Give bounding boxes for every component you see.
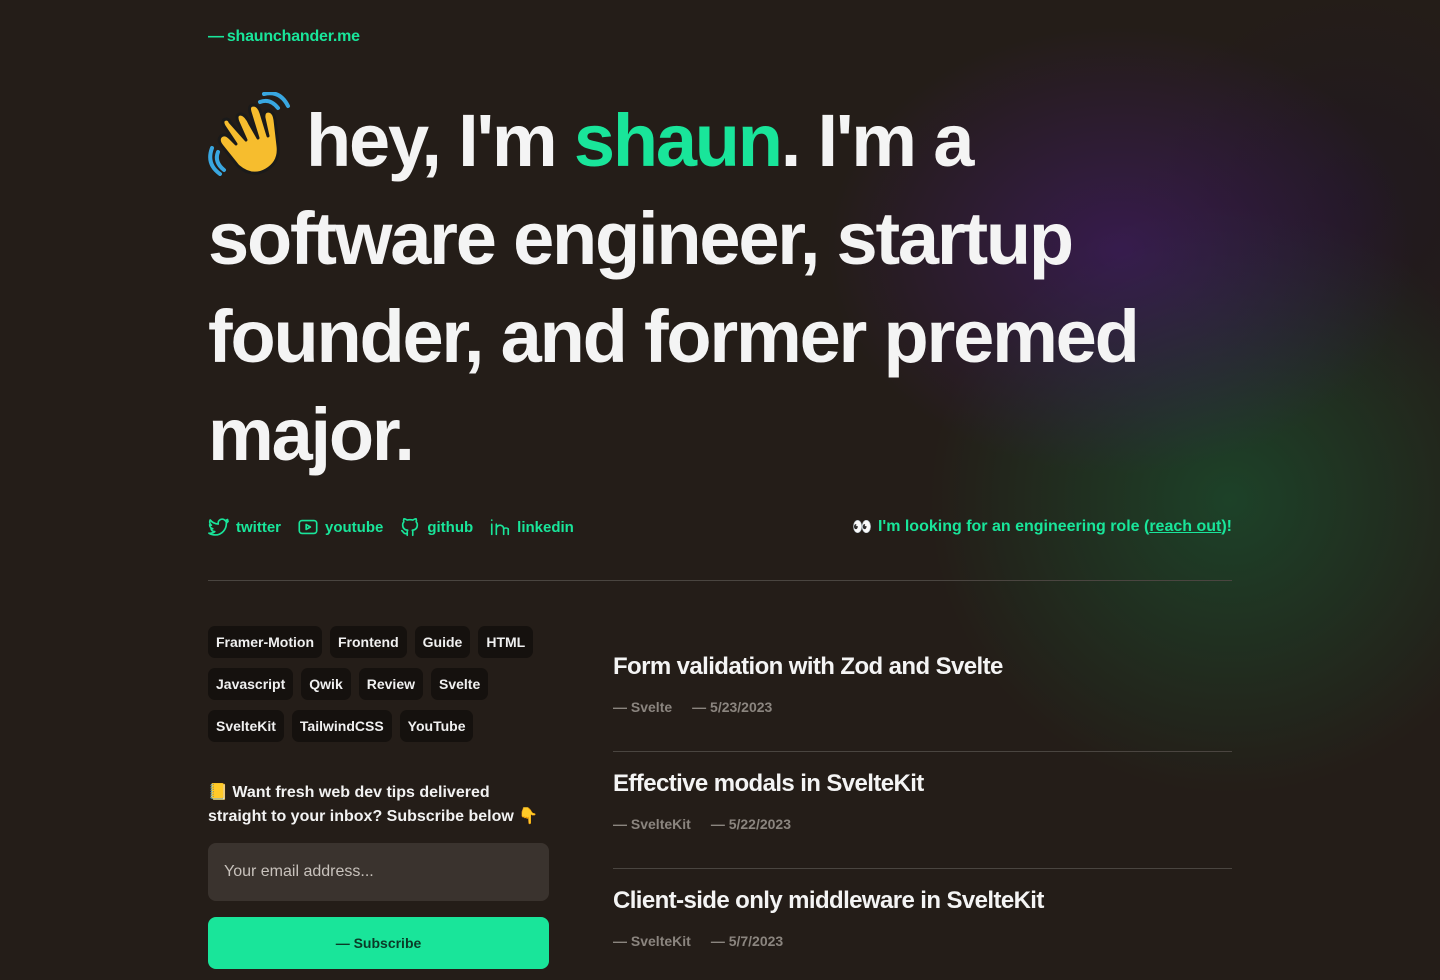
hiring-text: I'm looking for an engineering role	[877, 518, 1144, 535]
notebook-emoji-icon: 📒	[208, 784, 228, 801]
tag-frontend[interactable]: Frontend	[330, 626, 407, 658]
post-tag: — SvelteKit	[613, 933, 691, 949]
newsletter-pitch: 📒 Want fresh web dev tips delivered stra…	[208, 781, 548, 829]
pointing-down-emoji-icon: 👇	[518, 808, 539, 825]
youtube-link[interactable]: youtube	[297, 516, 383, 538]
post-list: Form validation with Zod and Svelte — Sv…	[613, 635, 1232, 980]
post-meta: — SvelteKit — 5/22/2023	[613, 816, 1232, 832]
post-tag: — SvelteKit	[613, 816, 691, 832]
reach-out-link[interactable]: reach out	[1149, 518, 1221, 535]
tag-sveltekit[interactable]: SvelteKit	[208, 710, 284, 742]
github-link[interactable]: github	[399, 516, 473, 538]
hiring-notice: 👀 I'm looking for an engineering role (r…	[852, 517, 1232, 537]
social-links: twitter youtube github linkedin	[208, 516, 574, 538]
brand-label: shaunchander.me	[226, 28, 360, 45]
post-title: Form validation with Zod and Svelte	[613, 653, 1003, 680]
divider	[208, 580, 1232, 581]
hero-name: shaun	[573, 99, 783, 182]
tag-svelte[interactable]: Svelte	[431, 668, 489, 700]
tag-youtube[interactable]: YouTube	[399, 710, 474, 742]
tag-cloud: Framer-Motion Frontend Guide HTML Javasc…	[208, 626, 548, 742]
tag-guide[interactable]: Guide	[414, 626, 471, 658]
hero-heading: hey, I'm shaun. I'm a software engineer,…	[208, 92, 1168, 484]
post-meta: — Svelte — 5/23/2023	[613, 699, 1232, 715]
subscribe-button[interactable]: — Subscribe	[208, 917, 549, 969]
linkedin-label: linkedin	[517, 518, 574, 536]
page-container: — shaunchander.me hey, I'm shaun. I'm a s…	[208, 0, 1232, 980]
tag-tailwindcss[interactable]: TailwindCSS	[291, 710, 392, 742]
github-icon	[401, 517, 419, 537]
post-item[interactable]: Client-side only middleware in SvelteKit…	[613, 869, 1232, 980]
brand-dash: —	[208, 28, 224, 45]
tag-qwik[interactable]: Qwik	[301, 668, 351, 700]
wave-emoji-icon	[208, 92, 290, 176]
email-input[interactable]	[208, 843, 549, 901]
youtube-label: youtube	[325, 518, 384, 536]
post-item[interactable]: Form validation with Zod and Svelte — Sv…	[613, 635, 1232, 752]
tag-framer-motion[interactable]: Framer-Motion	[208, 626, 322, 658]
eyes-emoji-icon: 👀	[852, 519, 872, 536]
linkedin-icon	[491, 519, 510, 536]
post-meta: — SvelteKit — 5/7/2023	[613, 933, 1232, 949]
tag-review[interactable]: Review	[358, 668, 423, 700]
post-item[interactable]: Effective modals in SvelteKit — SvelteKi…	[613, 752, 1232, 869]
twitter-icon	[208, 518, 229, 536]
post-title: Client-side only middleware in SvelteKit	[613, 887, 1044, 914]
github-label: github	[427, 518, 474, 536]
hero-intro-text: hey, I'm	[306, 99, 574, 182]
tag-javascript[interactable]: Javascript	[208, 668, 294, 700]
post-date: — 5/22/2023	[710, 816, 791, 832]
site-brand-link[interactable]: — shaunchander.me	[208, 28, 360, 46]
post-tag: — Svelte	[613, 699, 673, 715]
twitter-label: twitter	[236, 518, 281, 536]
newsletter-text: Want fresh web dev tips delivered straig…	[208, 784, 514, 825]
post-date: — 5/7/2023	[710, 933, 784, 949]
linkedin-link[interactable]: linkedin	[489, 516, 574, 538]
tag-html[interactable]: HTML	[478, 626, 534, 658]
hiring-paren-close: )!	[1221, 518, 1232, 535]
post-title: Effective modals in SvelteKit	[613, 770, 924, 797]
twitter-link[interactable]: twitter	[208, 516, 281, 538]
post-date: — 5/23/2023	[692, 699, 773, 715]
youtube-icon	[298, 519, 318, 535]
